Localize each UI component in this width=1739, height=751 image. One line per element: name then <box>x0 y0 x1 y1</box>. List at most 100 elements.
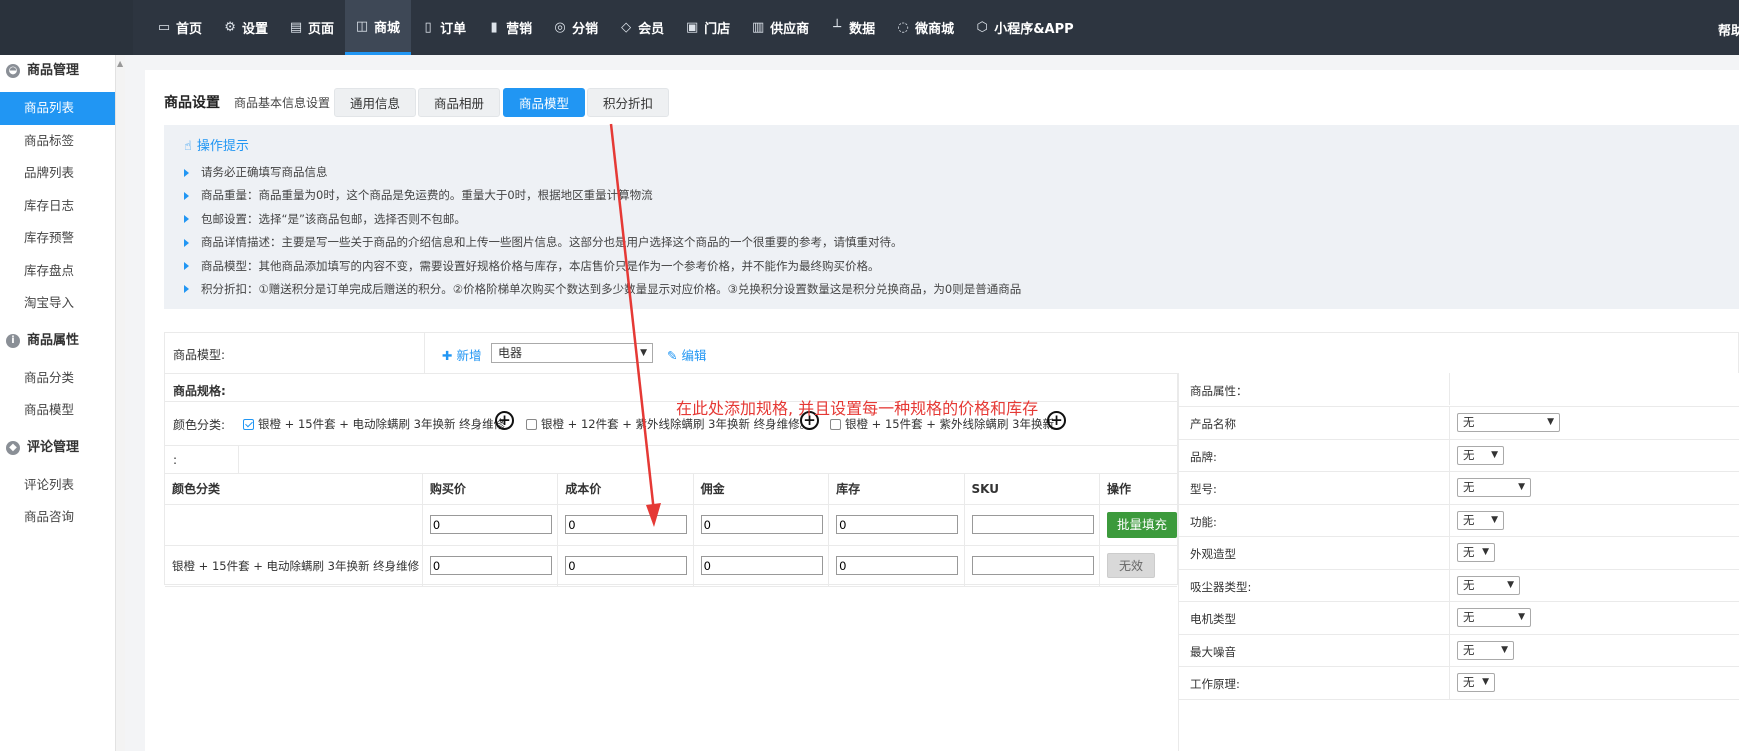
nav-item-7[interactable]: ◇ 会员 <box>609 0 675 55</box>
sidebar-item[interactable]: 商品咨询 <box>0 501 115 534</box>
price-input[interactable] <box>836 515 959 534</box>
model-select[interactable]: 电器 ▼ <box>491 343 653 363</box>
nav-item-8[interactable]: ▣ 门店 <box>675 0 741 55</box>
add-spec-button-1[interactable]: + <box>495 411 514 430</box>
nav-item-12[interactable]: ⬡ 小程序&APP <box>965 0 1084 55</box>
sidebar-group[interactable]: ◆ 评论管理 <box>0 427 115 469</box>
attribute-row: 工作原理: 无 ▼ <box>1179 667 1739 700</box>
input-cell <box>557 504 694 546</box>
attribute-row: 最大噪音 无 ▼ <box>1179 634 1739 667</box>
attribute-select[interactable]: 无 ▼ <box>1457 445 1504 465</box>
invalid-button[interactable]: 无效 <box>1106 553 1155 578</box>
bag-icon: ◒ <box>6 64 20 78</box>
nav-item-5[interactable]: ▮ 营销 <box>477 0 543 55</box>
price-input[interactable] <box>971 556 1094 575</box>
sidebar-item[interactable]: 淘宝导入 <box>0 287 115 320</box>
bullet-icon <box>184 238 189 247</box>
attribute-select[interactable]: 无 ▼ <box>1457 413 1560 432</box>
nav-item-9[interactable]: ▥ 供应商 <box>741 0 820 55</box>
add-spec-button-3[interactable]: + <box>1047 411 1066 430</box>
model-select-value: 电器 <box>498 346 523 360</box>
attribute-select[interactable]: 无 ▼ <box>1457 673 1495 692</box>
cube-icon: ⬡ <box>976 20 988 35</box>
checkbox-checked[interactable] <box>243 419 254 430</box>
attribute-name: 最大噪音 <box>1190 644 1236 659</box>
tab-general-info[interactable]: 通用信息 <box>334 88 417 117</box>
input-cell <box>693 504 830 546</box>
help-link[interactable]: 帮助 <box>1718 20 1739 39</box>
bullet-icon <box>184 262 189 271</box>
spec-option-1[interactable]: 银橙 + 15件套 + 电动除螨刷 3年换新 终身维修 <box>243 416 505 432</box>
logo-area <box>0 0 133 55</box>
sidebar-item[interactable]: 库存日志 <box>0 190 115 223</box>
nav-item-2[interactable]: ▤ 页面 <box>279 0 345 55</box>
tip-text: 包邮设置：选择“是”该商品包邮，选择否则不包邮。 <box>201 211 466 226</box>
bar-chart-icon: ▮ <box>490 20 498 35</box>
price-input[interactable] <box>565 556 688 575</box>
tip-item: 商品重量：商品重量为0时，这个商品是免运费的。重量大于0时，根据地区重量计算物流 <box>184 184 1021 207</box>
price-input[interactable] <box>565 515 688 534</box>
sidebar-item[interactable]: 评论列表 <box>0 469 115 502</box>
divider <box>1449 373 1450 405</box>
divider <box>1449 504 1450 537</box>
sidebar-scrollbar[interactable]: ▲ <box>115 55 125 751</box>
sidebar-item[interactable]: 商品分类 <box>0 362 115 395</box>
sidebar-group[interactable]: i 商品属性 <box>0 320 115 362</box>
sidebar-item[interactable]: 库存盘点 <box>0 255 115 288</box>
sidebar-group[interactable]: ◒ 商品管理 <box>0 50 115 92</box>
nav-label: 微商城 <box>915 22 955 37</box>
add-model-button[interactable]: ✚ 新增 <box>442 345 481 364</box>
sidebar-group-title: 评论管理 <box>27 439 80 455</box>
column-header: 成本价 <box>557 474 694 505</box>
row-name: 银橙 + 15件套 + 电动除螨刷 3年换新 终身维修 <box>165 545 423 587</box>
tip-text: 商品详情描述：主要是写一些关于商品的介绍信息和上传一些图片信息。这部分也是用户选… <box>201 235 903 250</box>
price-input[interactable] <box>836 556 959 575</box>
bullet-icon <box>184 168 189 177</box>
attribute-select[interactable]: 无 ▼ <box>1457 608 1531 627</box>
price-input[interactable] <box>429 515 552 534</box>
nav-item-4[interactable]: ▯ 订单 <box>411 0 477 55</box>
attribute-select[interactable]: 无 ▼ <box>1457 510 1504 530</box>
tab-product-album[interactable]: 商品相册 <box>418 88 501 117</box>
attribute-select[interactable]: 无 ▼ <box>1457 543 1495 562</box>
attribute-value: 无 <box>1463 675 1475 689</box>
price-input[interactable] <box>971 515 1094 534</box>
sidebar-item[interactable]: 商品模型 <box>0 394 115 427</box>
checkbox-unchecked[interactable] <box>830 419 841 430</box>
attribute-row: 电机类型无 ▼ <box>1179 602 1739 635</box>
scroll-up-icon[interactable]: ▲ <box>117 59 123 68</box>
nav-item-0[interactable]: ▭ 首页 <box>147 0 213 55</box>
checkbox-unchecked[interactable] <box>526 419 537 430</box>
tab-product-model[interactable]: 商品模型 <box>503 88 586 117</box>
nav-item-11[interactable]: ◌ 微商城 <box>886 0 965 55</box>
empty-spec-label: : <box>173 453 178 467</box>
tip-text: 商品模型：其他商品添加填写的内容不变，需要设置好规格价格与库存，本店售价只是作为… <box>201 258 880 273</box>
edit-model-button[interactable]: ✎ 编辑 <box>667 345 706 364</box>
nav-item-3[interactable]: ◫ 商城 <box>345 0 412 55</box>
tab-points-discount[interactable]: 积分折扣 <box>587 88 670 117</box>
model-row: 商品模型: ✚ 新增 电器 ▼ ✎ 编辑 <box>164 332 1739 373</box>
nav-item-1[interactable]: ⚙ 设置 <box>213 0 279 55</box>
spec-option-label: 银橙 + 15件套 + 电动除螨刷 3年换新 终身维修 <box>258 417 506 431</box>
input-cell <box>828 545 965 587</box>
price-input[interactable] <box>700 556 823 575</box>
nav-item-6[interactable]: ◎ 分销 <box>543 0 609 55</box>
comment-icon: ◆ <box>6 440 20 455</box>
supplier-icon: ▥ <box>751 20 765 35</box>
sidebar-item[interactable]: 品牌列表 <box>0 157 115 190</box>
tip-item: 请务必正确填写商品信息 <box>184 161 1021 184</box>
sidebar-item[interactable]: 库存预警 <box>0 222 115 255</box>
input-cell <box>557 545 694 587</box>
sidebar-item[interactable]: 商品标签 <box>0 125 115 158</box>
nav-item-10[interactable]: ┴ 数据 <box>820 0 886 55</box>
price-input[interactable] <box>429 556 552 575</box>
input-cell <box>422 504 559 546</box>
dropdown-arrow-icon: ▼ <box>1491 449 1498 460</box>
batch-fill-button[interactable]: 批量填充 <box>1106 511 1177 538</box>
price-input[interactable] <box>700 515 823 534</box>
column-header: 颜色分类 <box>165 474 423 505</box>
attribute-select[interactable]: 无 ▼ <box>1457 478 1531 497</box>
attribute-select[interactable]: 无 ▼ <box>1457 575 1520 595</box>
sidebar-item[interactable]: 商品列表 <box>0 92 115 125</box>
attribute-select[interactable]: 无 ▼ <box>1457 640 1514 660</box>
